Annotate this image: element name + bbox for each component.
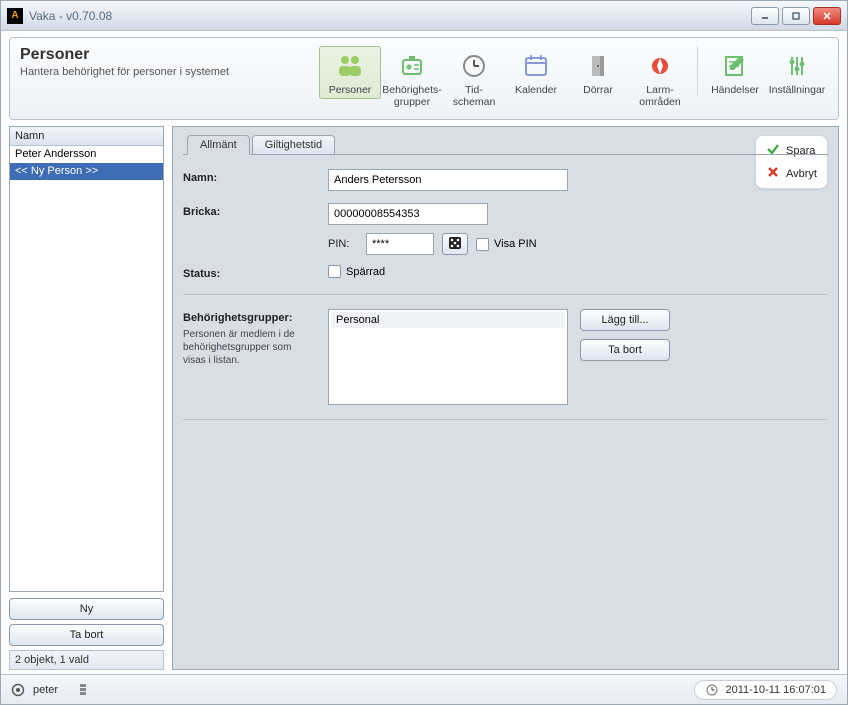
- list-status: 2 objekt, 1 vald: [9, 650, 164, 670]
- namn-input[interactable]: [328, 169, 568, 191]
- tab-allmant[interactable]: Allmänt: [187, 135, 250, 155]
- pin-row: PIN: Visa PIN: [328, 233, 537, 255]
- toolbar-dorrar[interactable]: Dörrar: [567, 46, 629, 99]
- sparrad-label: Spärrad: [346, 266, 385, 278]
- list-header: Namn: [10, 127, 163, 146]
- tab-underline: [183, 154, 828, 155]
- toolbar-label: Larm- områden: [639, 84, 680, 108]
- user-status-icon: [11, 683, 25, 697]
- header-panel: Personer Hantera behörighet för personer…: [9, 37, 839, 120]
- toolbar-label: Personer: [329, 84, 372, 96]
- toolbar-larmomraden[interactable]: Larm- områden: [629, 46, 691, 111]
- page-subtitle: Hantera behörighet för personer i system…: [20, 66, 229, 78]
- grupp-item[interactable]: Personal: [331, 312, 565, 328]
- sparrad-wrap[interactable]: Spärrad: [328, 265, 385, 278]
- toolbar-kalender[interactable]: Kalender: [505, 46, 567, 99]
- tab-giltighetstid[interactable]: Giltighetstid: [252, 135, 335, 155]
- row-grupper: Behörighetsgrupper: Personen är medlem i…: [183, 309, 828, 405]
- visa-pin-wrap[interactable]: Visa PIN: [476, 238, 537, 251]
- clock-icon: [458, 50, 490, 82]
- visa-pin-checkbox[interactable]: [476, 238, 489, 251]
- status-label: Status:: [183, 265, 328, 280]
- close-button[interactable]: [813, 7, 841, 25]
- list-item[interactable]: Peter Andersson: [10, 146, 163, 163]
- window-controls: [751, 7, 841, 25]
- toolbar-label: Behörighets- grupper: [382, 84, 442, 108]
- visa-pin-label: Visa PIN: [494, 238, 537, 250]
- toolbar-label: Inställningar: [769, 84, 826, 96]
- toolbar-label: Kalender: [515, 84, 557, 96]
- left-buttons: Ny Ta bort: [9, 598, 164, 646]
- header-wrap: Personer Hantera behörighet för personer…: [1, 31, 847, 126]
- toolbar-installningar[interactable]: Inställningar: [766, 46, 828, 99]
- section-separator: [183, 294, 828, 295]
- toolbar-label: Händelser: [711, 84, 759, 96]
- grupper-list[interactable]: Personal: [328, 309, 568, 405]
- detail-panel: Allmänt Giltighetstid Spara Avbryt: [172, 126, 839, 670]
- app-window: A Vaka - v0.70.08 Personer Hantera behör…: [0, 0, 848, 705]
- badge-icon: [396, 50, 428, 82]
- toolbar-tidscheman[interactable]: Tid- scheman: [443, 46, 505, 111]
- toolbar: Personer Behörighets- grupper Tid- schem…: [319, 46, 828, 111]
- bricka-label: Bricka:: [183, 203, 328, 218]
- statusbar: peter 2011-10-11 16:07:01: [1, 674, 847, 704]
- tab-row: Allmänt Giltighetstid: [183, 135, 828, 155]
- status-user: peter: [33, 684, 58, 696]
- row-bricka: Bricka: PIN:: [183, 203, 828, 255]
- status-datetime-box: 2011-10-11 16:07:01: [694, 680, 837, 700]
- pin-label: PIN:: [328, 238, 358, 250]
- calendar-icon: [520, 50, 552, 82]
- minimize-button[interactable]: [751, 7, 779, 25]
- maximize-button[interactable]: [782, 7, 810, 25]
- section-separator: [183, 419, 828, 420]
- grupper-label-text: Behörighetsgrupper:: [183, 312, 292, 324]
- namn-label: Namn:: [183, 169, 328, 184]
- person-list[interactable]: Namn Peter Andersson << Ny Person >>: [9, 126, 164, 592]
- left-panel: Namn Peter Andersson << Ny Person >> Ny …: [9, 126, 164, 670]
- door-icon: [582, 50, 614, 82]
- toolbar-handelser[interactable]: Händelser: [704, 46, 766, 99]
- sparrad-checkbox[interactable]: [328, 265, 341, 278]
- header-text: Personer Hantera behörighet för personer…: [20, 46, 229, 78]
- content-area: Namn Peter Andersson << Ny Person >> Ny …: [1, 126, 847, 674]
- window-title: Vaka - v0.70.08: [29, 9, 112, 23]
- titlebar: A Vaka - v0.70.08: [1, 1, 847, 31]
- toolbar-separator: [697, 46, 698, 96]
- delete-button[interactable]: Ta bort: [9, 624, 164, 646]
- app-icon: A: [7, 8, 23, 24]
- row-namn: Namn:: [183, 169, 828, 191]
- pin-input[interactable]: [366, 233, 434, 255]
- list-item[interactable]: << Ny Person >>: [10, 163, 163, 180]
- toolbar-personer[interactable]: Personer: [319, 46, 381, 99]
- grupper-help: Personen är medlem i de behörighetsgrupp…: [183, 328, 313, 367]
- page-title: Personer: [20, 46, 229, 64]
- server-icon: [76, 683, 90, 697]
- status-datetime: 2011-10-11 16:07:01: [725, 684, 826, 696]
- log-icon: [719, 50, 751, 82]
- grupp-tabort-button[interactable]: Ta bort: [580, 339, 670, 361]
- grupper-buttons: Lägg till... Ta bort: [580, 309, 670, 361]
- dice-button[interactable]: [442, 233, 468, 255]
- toolbar-label: Tid- scheman: [453, 84, 496, 108]
- toolbar-label: Dörrar: [583, 84, 613, 96]
- row-status: Status: Spärrad: [183, 265, 828, 280]
- clock-small-icon: [705, 683, 719, 697]
- toolbar-behorighetsgrupper[interactable]: Behörighets- grupper: [381, 46, 443, 111]
- grupper-label: Behörighetsgrupper: Personen är medlem i…: [183, 309, 328, 367]
- dice-icon: [447, 235, 463, 254]
- settings-icon: [781, 50, 813, 82]
- bricka-fields: PIN: Visa PIN: [328, 203, 537, 255]
- alarm-icon: [644, 50, 676, 82]
- lagg-till-button[interactable]: Lägg till...: [580, 309, 670, 331]
- bricka-input[interactable]: [328, 203, 488, 225]
- people-icon: [334, 50, 366, 82]
- form-area: Namn: Bricka: PIN:: [183, 155, 828, 434]
- new-button[interactable]: Ny: [9, 598, 164, 620]
